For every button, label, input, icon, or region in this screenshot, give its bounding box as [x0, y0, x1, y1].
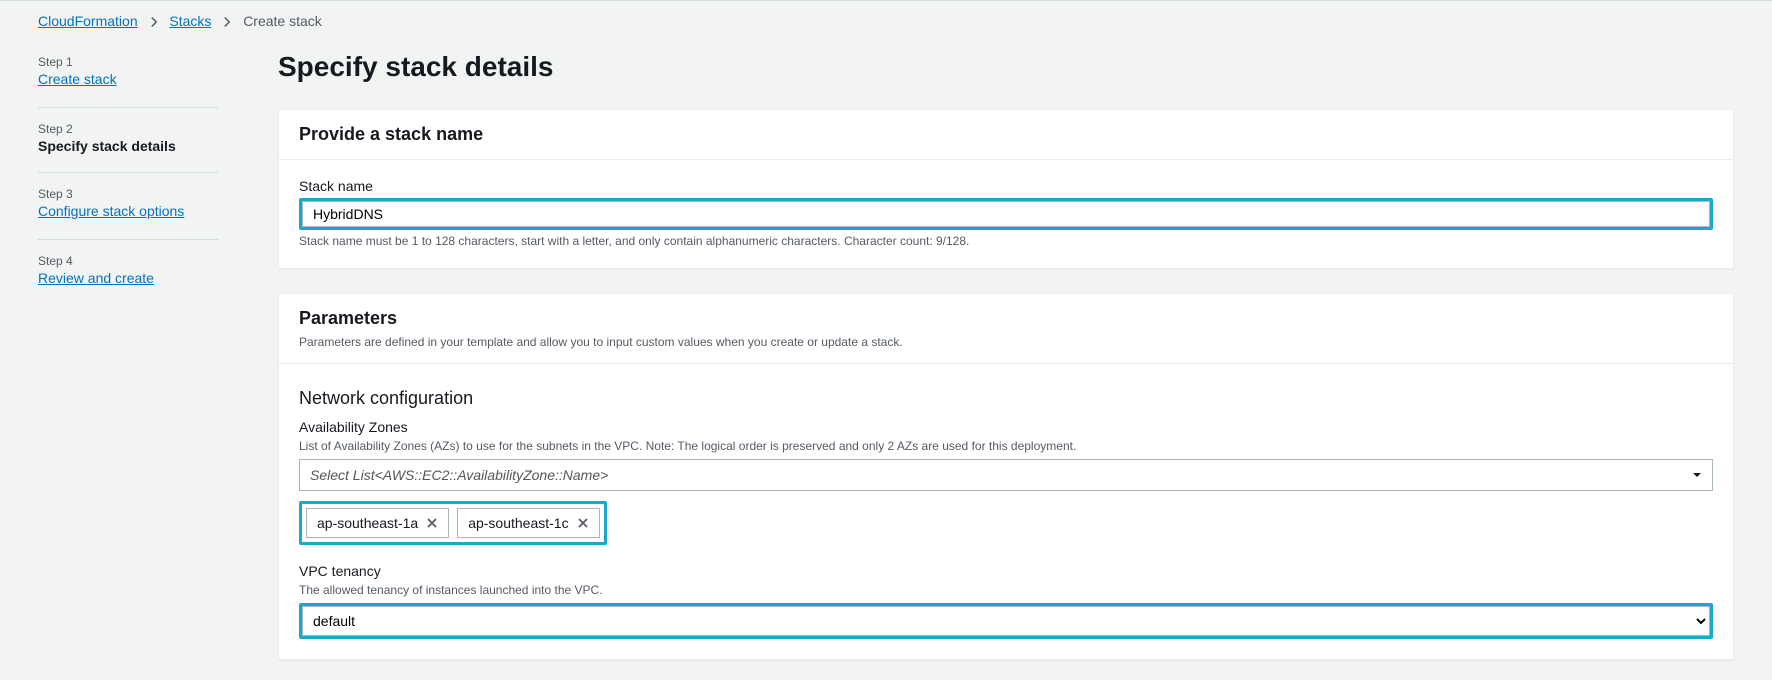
breadcrumb-cloudformation[interactable]: CloudFormation	[38, 13, 138, 29]
az-token-2-label: ap-southeast-1c	[468, 515, 568, 531]
panel-subtext-parameters: Parameters are defined in your template …	[299, 335, 1713, 349]
step-number: Step 4	[38, 254, 248, 268]
breadcrumb-current: Create stack	[243, 13, 322, 29]
panel-title-parameters: Parameters	[299, 308, 1713, 329]
chevron-right-icon	[221, 16, 233, 28]
chevron-right-icon	[148, 16, 160, 28]
step-link-configure-options[interactable]: Configure stack options	[38, 203, 184, 221]
az-select[interactable]: Select List<AWS::EC2::AvailabilityZone::…	[299, 459, 1713, 491]
az-token-1-label: ap-southeast-1a	[317, 515, 418, 531]
step-current-specify-details: Specify stack details	[38, 138, 248, 154]
close-icon[interactable]	[577, 517, 589, 529]
az-token-1: ap-southeast-1a	[306, 508, 449, 538]
step-number: Step 3	[38, 187, 248, 201]
step-number: Step 2	[38, 122, 248, 136]
az-label: Availability Zones	[299, 419, 1713, 435]
vpc-tenancy-label: VPC tenancy	[299, 563, 1713, 579]
close-icon[interactable]	[426, 517, 438, 529]
wizard-steps: Step 1 Create stack Step 2 Specify stack…	[38, 49, 248, 660]
section-title-network: Network configuration	[299, 388, 1713, 409]
step-number: Step 1	[38, 55, 248, 69]
panel-stack-name: Provide a stack name Stack name Stack na…	[278, 109, 1734, 269]
main-content: Specify stack details Provide a stack na…	[278, 49, 1734, 660]
panel-parameters: Parameters Parameters are defined in you…	[278, 293, 1734, 660]
vpc-tenancy-sublabel: The allowed tenancy of instances launche…	[299, 583, 1713, 597]
az-tokens: ap-southeast-1a ap-southeast-1c	[299, 501, 607, 545]
divider	[38, 172, 218, 173]
stack-name-helper: Stack name must be 1 to 128 characters, …	[299, 234, 1713, 248]
divider	[38, 107, 218, 108]
step-link-create-stack[interactable]: Create stack	[38, 71, 117, 89]
breadcrumb: CloudFormation Stacks Create stack	[0, 0, 1772, 29]
breadcrumb-stacks[interactable]: Stacks	[169, 13, 211, 29]
az-token-2: ap-southeast-1c	[457, 508, 599, 538]
stack-name-input[interactable]	[302, 201, 1710, 227]
az-sublabel: List of Availability Zones (AZs) to use …	[299, 439, 1713, 453]
divider	[38, 239, 218, 240]
page-title: Specify stack details	[278, 51, 1734, 83]
stack-name-label: Stack name	[299, 178, 1713, 194]
caret-down-icon	[1692, 467, 1702, 483]
step-link-review-create[interactable]: Review and create	[38, 270, 154, 288]
vpc-tenancy-select[interactable]: default	[302, 606, 1710, 636]
panel-title-stack-name: Provide a stack name	[299, 124, 1713, 145]
az-placeholder: Select List<AWS::EC2::AvailabilityZone::…	[310, 467, 608, 483]
